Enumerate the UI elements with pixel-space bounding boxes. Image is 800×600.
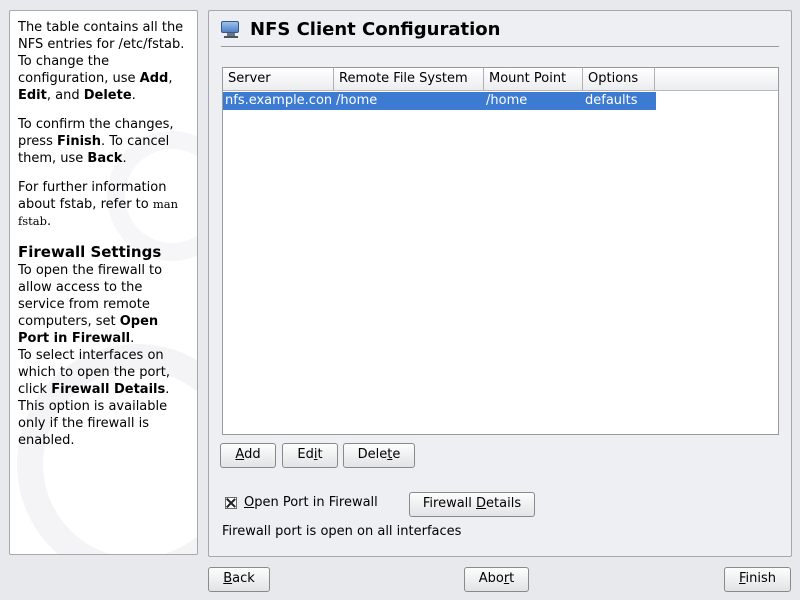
help-firewall-details: To select interfaces on which to open th… (18, 348, 171, 448)
help-paragraph-table: The table contains all the NFS entries f… (18, 20, 185, 103)
column-header-remote-fs[interactable]: Remote File System (334, 68, 484, 90)
main-panel: NFS Client Configuration Server Remote F… (208, 10, 792, 557)
delete-button[interactable]: Delete (343, 443, 415, 468)
column-header-options[interactable]: Options (583, 68, 655, 90)
firewall-status-text: Firewall port is open on all interfaces (222, 524, 462, 539)
help-paragraph-info: For further information about fstab, ref… (18, 180, 179, 229)
open-port-checkbox[interactable] (225, 496, 237, 509)
nfs-entries-table[interactable]: Server Remote File System Mount Point Op… (222, 67, 779, 435)
abort-button[interactable]: Abort (464, 567, 529, 592)
cell-options: defaults (583, 92, 656, 110)
table-header: Server Remote File System Mount Point Op… (223, 68, 778, 91)
finish-button[interactable]: Finish (724, 567, 791, 592)
add-button[interactable]: Add (220, 443, 276, 468)
edit-button[interactable]: Edit (282, 443, 338, 468)
column-header-filler (655, 68, 778, 90)
help-pane: The table contains all the NFS entries f… (9, 10, 198, 555)
yast-window: The table contains all the NFS entries f… (0, 0, 800, 600)
title-row: NFS Client Configuration (221, 17, 500, 41)
help-firewall-heading: Firewall Settings (18, 243, 162, 261)
open-port-row[interactable]: Open Port in Firewall (225, 495, 378, 510)
title-divider (221, 46, 779, 47)
cell-server: nfs.example.con (223, 92, 334, 110)
help-paragraph-confirm: To confirm the changes, press Finish. To… (18, 117, 174, 166)
page-title: NFS Client Configuration (250, 18, 501, 40)
cell-remote-fs: /home (334, 92, 484, 110)
help-firewall-open: To open the firewall to allow access to … (18, 263, 163, 346)
firewall-details-button[interactable]: Firewall Details (409, 492, 535, 517)
column-header-mount-point[interactable]: Mount Point (484, 68, 583, 90)
open-port-label[interactable]: Open Port in Firewall (244, 495, 378, 510)
back-button[interactable]: Back (208, 567, 270, 592)
cell-mount-point: /home (484, 92, 583, 110)
table-row[interactable]: nfs.example.con /home /home defaults (223, 92, 778, 110)
monitor-icon (221, 20, 241, 38)
column-header-server[interactable]: Server (223, 68, 334, 90)
